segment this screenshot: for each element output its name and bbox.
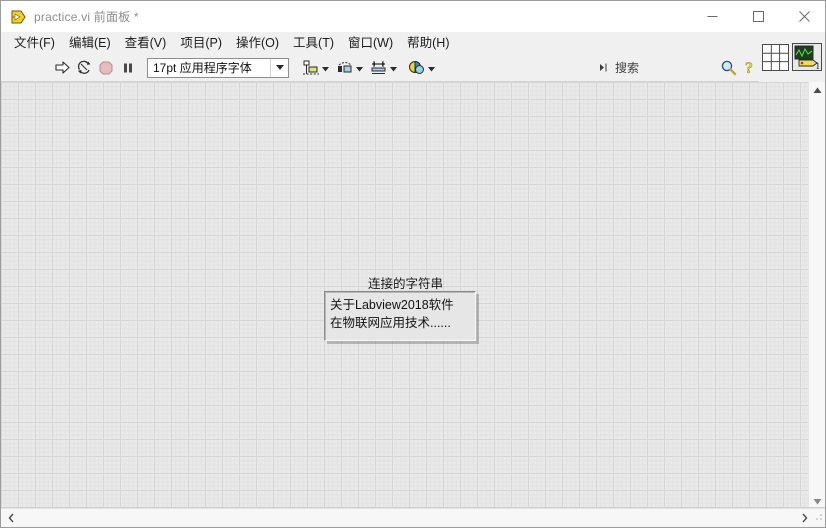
panel-corner-panes: 1 — [759, 32, 825, 82]
chevron-down-icon[interactable] — [428, 59, 435, 77]
pause-icon[interactable] — [117, 57, 139, 79]
string-line-1: 关于Labview2018软件 — [330, 298, 454, 312]
front-panel-canvas[interactable]: 连接的字符串 关于Labview2018软件 在物联网应用技术...... ht… — [1, 82, 810, 510]
string-line-2: 在物联网应用技术...... — [330, 316, 451, 330]
search-input[interactable]: 搜索 — [609, 59, 717, 76]
menu-help[interactable]: 帮助(H) — [400, 33, 456, 53]
svg-text:?: ? — [745, 60, 753, 76]
chevron-down-icon[interactable] — [270, 58, 288, 77]
window-title: practice.vi 前面板 * — [34, 10, 139, 24]
context-help-question-icon[interactable]: ? — [739, 57, 761, 79]
vertical-scrollbar[interactable] — [808, 82, 825, 510]
menu-bar: 文件(F) 编辑(E) 查看(V) 项目(P) 操作(O) 工具(T) 窗口(W… — [1, 32, 825, 54]
connector-terminal-count: 1 — [815, 61, 821, 71]
maximize-button[interactable] — [735, 1, 781, 32]
magnifier-icon[interactable] — [717, 57, 739, 79]
window-controls — [689, 1, 825, 32]
close-button[interactable] — [781, 1, 825, 32]
string-indicator[interactable]: 关于Labview2018软件 在物联网应用技术...... — [324, 291, 476, 341]
labview-front-panel-window: practice.vi 前面板 * 文件(F) 编辑(E) 查看(V) 项目(P… — [0, 0, 826, 528]
search-area: 搜索 ? — [598, 57, 761, 78]
icon-grid-pane[interactable] — [762, 43, 789, 71]
resize-objects-tool[interactable] — [369, 57, 397, 79]
menu-view[interactable]: 查看(V) — [118, 33, 174, 53]
distribute-objects-tool[interactable] — [335, 57, 363, 79]
run-arrow-icon[interactable] — [51, 57, 73, 79]
abort-execution-icon[interactable] — [95, 57, 117, 79]
chevron-down-icon[interactable] — [390, 59, 397, 77]
font-selector-value: 17pt 应用程序字体 — [153, 61, 252, 75]
toolbar: 17pt 应用程序字体 搜索 ? — [1, 54, 825, 82]
title-bar: practice.vi 前面板 * — [1, 1, 825, 32]
align-objects-tool[interactable] — [301, 57, 329, 79]
scroll-up-arrow-icon[interactable] — [809, 82, 825, 99]
horizontal-scrollbar[interactable] — [1, 508, 825, 527]
menu-edit[interactable]: 编辑(E) — [62, 33, 118, 53]
minimize-button[interactable] — [689, 1, 735, 32]
font-selector[interactable]: 17pt 应用程序字体 — [147, 57, 289, 78]
run-continuously-icon[interactable] — [73, 57, 95, 79]
string-indicator-text-area[interactable]: 关于Labview2018软件 在物联网应用技术...... — [325, 292, 475, 340]
string-indicator-label: 连接的字符串 — [368, 277, 444, 291]
chevron-down-icon[interactable] — [322, 59, 329, 77]
resize-objects-icon — [371, 60, 386, 74]
distribute-objects-icon — [338, 61, 352, 72]
reorder-objects-icon — [409, 60, 424, 74]
scroll-left-arrow-icon[interactable] — [3, 510, 20, 527]
menu-tools[interactable]: 工具(T) — [286, 33, 341, 53]
scroll-right-arrow-icon[interactable] — [796, 510, 813, 527]
menu-operate[interactable]: 操作(O) — [229, 33, 286, 53]
menu-project[interactable]: 项目(P) — [173, 33, 229, 53]
window-resize-grip[interactable] — [813, 510, 825, 527]
connector-pane[interactable]: 1 — [792, 43, 822, 71]
labview-vi-icon — [10, 9, 26, 25]
reorder-objects-tool[interactable] — [407, 57, 435, 79]
chevron-down-icon[interactable] — [356, 59, 363, 77]
expand-search-icon[interactable] — [598, 57, 609, 78]
menu-window[interactable]: 窗口(W) — [341, 33, 400, 53]
menu-file[interactable]: 文件(F) — [7, 33, 62, 53]
align-objects-icon — [303, 60, 319, 74]
